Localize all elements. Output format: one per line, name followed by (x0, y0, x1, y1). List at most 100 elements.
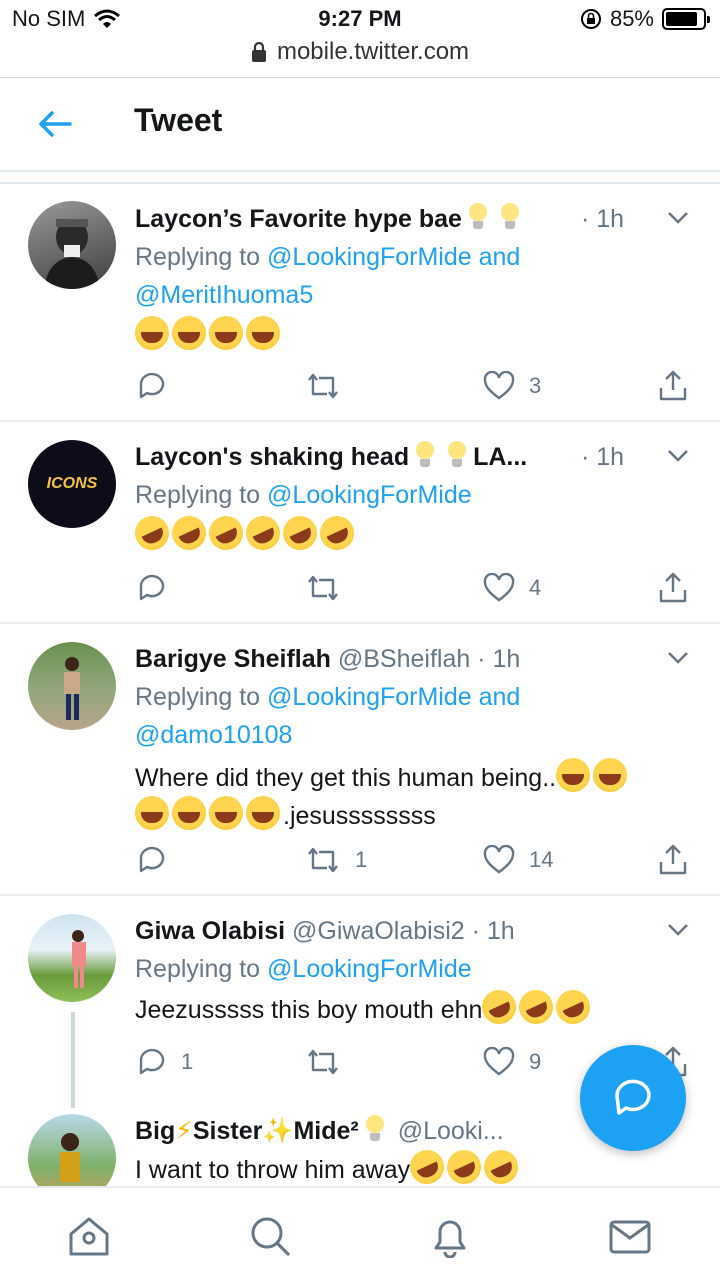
joy-emoji (172, 796, 206, 830)
reply-icon (139, 846, 165, 873)
joy-emoji (135, 316, 169, 350)
like-count: 4 (529, 575, 542, 600)
joy-emoji (135, 796, 169, 830)
rofl-emoji (550, 984, 596, 1030)
timestamp[interactable]: · 1h (472, 917, 515, 945)
retweet-icon (308, 847, 338, 873)
battery-icon (662, 8, 710, 30)
reply-icon (139, 574, 165, 601)
timestamp[interactable]: · 1h (477, 645, 520, 673)
tweet[interactable]: ICONS Laycon's shaking head LA... · 1h Re… (0, 422, 720, 624)
caret-down-icon[interactable] (666, 650, 690, 666)
page-title: Tweet (134, 102, 223, 138)
joy-emoji (209, 316, 243, 350)
reply-button[interactable] (135, 366, 181, 406)
joy-emoji (209, 796, 243, 830)
display-name-part[interactable]: Big (135, 1117, 175, 1145)
display-name[interactable]: Laycon's shaking head (135, 443, 409, 471)
url-text: mobile.twitter.com (276, 38, 470, 65)
orientation-lock-icon (580, 9, 601, 29)
like-button[interactable]: 3 (483, 366, 541, 406)
replying-to: Replying to @LookingForMide (135, 476, 700, 514)
messages-icon[interactable] (608, 1214, 652, 1258)
reply-icon (139, 372, 165, 399)
like-button[interactable]: 9 (483, 1042, 541, 1082)
lock-icon (251, 41, 266, 62)
avatar[interactable] (28, 1114, 116, 1186)
mention-link[interactable]: @LookingForMide (267, 683, 472, 711)
reply-button[interactable] (135, 840, 181, 880)
display-name-part[interactable]: Sister (193, 1117, 262, 1145)
display-name[interactable]: Barigye Sheiflah (135, 645, 331, 673)
compose-button[interactable] (580, 1045, 686, 1151)
avatar[interactable] (28, 201, 116, 289)
retweet-icon (308, 575, 338, 601)
share-icon (659, 844, 687, 875)
home-icon[interactable] (67, 1214, 111, 1258)
timestamp[interactable]: · 1h (581, 438, 624, 476)
joy-emoji (556, 758, 591, 792)
replying-label: Replying to (135, 243, 261, 271)
like-count: 3 (529, 373, 542, 398)
tweet-text-line: .jesussssssss (283, 802, 436, 830)
retweet-button[interactable]: 1 (305, 840, 367, 880)
display-name-part[interactable]: Mide² (293, 1117, 358, 1145)
tweet-text-line: Jeezusssss this boy mouth ehn (135, 996, 483, 1024)
mention-link[interactable]: @LookingForMide (267, 243, 472, 271)
mention-link[interactable]: @damo10108 (135, 721, 292, 749)
rofl-emoji (129, 510, 175, 556)
url-bar[interactable]: mobile.twitter.com (0, 38, 720, 66)
handle[interactable]: @GiwaOlabisi2 (292, 917, 465, 945)
avatar-image (44, 219, 100, 289)
bottom-nav (0, 1186, 720, 1280)
replying-to: Replying to @LookingForMide and @MeritIh… (135, 238, 700, 314)
rofl-emoji (240, 510, 286, 556)
avatar-image (72, 930, 86, 988)
display-name[interactable]: Giwa Olabisi (135, 917, 285, 945)
reply-button[interactable]: 1 (135, 1042, 193, 1082)
caret-down-icon[interactable] (666, 448, 690, 464)
tweet[interactable]: Laycon’s Favorite hype bae · 1h Replying… (0, 184, 720, 422)
display-name-suffix: LA... (473, 443, 528, 471)
rofl-emoji (314, 510, 360, 556)
like-button[interactable]: 14 (483, 840, 553, 880)
and-label: and (478, 683, 521, 711)
notifications-icon[interactable] (428, 1214, 472, 1258)
search-icon[interactable] (248, 1214, 292, 1258)
share-icon (659, 370, 687, 401)
like-count: 9 (529, 1049, 542, 1074)
handle[interactable]: @Looki... (398, 1117, 504, 1145)
replying-label: Replying to (135, 683, 261, 711)
caret-down-icon[interactable] (666, 922, 690, 938)
handle[interactable]: @BSheiflah (338, 645, 470, 673)
rofl-emoji (476, 984, 522, 1030)
avatar[interactable] (28, 642, 116, 730)
retweet-button[interactable] (305, 366, 355, 406)
rofl-emoji (277, 510, 323, 556)
share-button[interactable] (657, 840, 689, 880)
back-arrow-icon[interactable] (36, 106, 76, 142)
avatar[interactable]: ICONS (28, 440, 116, 528)
timestamp[interactable]: · 1h (581, 200, 624, 238)
battery-percent: 85% (609, 6, 654, 31)
mention-link[interactable]: @LookingForMide (267, 481, 472, 509)
like-button[interactable]: 4 (483, 568, 541, 608)
tweet-text (135, 316, 700, 354)
avatar[interactable] (28, 914, 116, 1002)
retweet-button[interactable] (305, 1042, 355, 1082)
retweet-button[interactable] (305, 568, 355, 608)
mention-link[interactable]: @MeritIhuoma5 (135, 281, 313, 309)
share-icon (659, 572, 687, 603)
reply-button[interactable] (135, 568, 181, 608)
caret-down-icon[interactable] (666, 210, 690, 226)
tweet-text: Where did they get this human being.. .j… (135, 758, 700, 834)
display-name[interactable]: Laycon’s Favorite hype bae (135, 205, 462, 233)
compose-icon (615, 1079, 651, 1115)
share-button[interactable] (657, 366, 689, 406)
sparkles-emoji: ✨ (262, 1117, 294, 1145)
tweet[interactable]: Barigye Sheiflah @BSheiflah · 1h Replyin… (0, 624, 720, 896)
lightbulb-emoji (468, 203, 488, 231)
share-button[interactable] (657, 568, 689, 608)
tweet-text-line: I want to throw him away (135, 1156, 411, 1184)
mention-link[interactable]: @LookingForMide (267, 955, 472, 983)
